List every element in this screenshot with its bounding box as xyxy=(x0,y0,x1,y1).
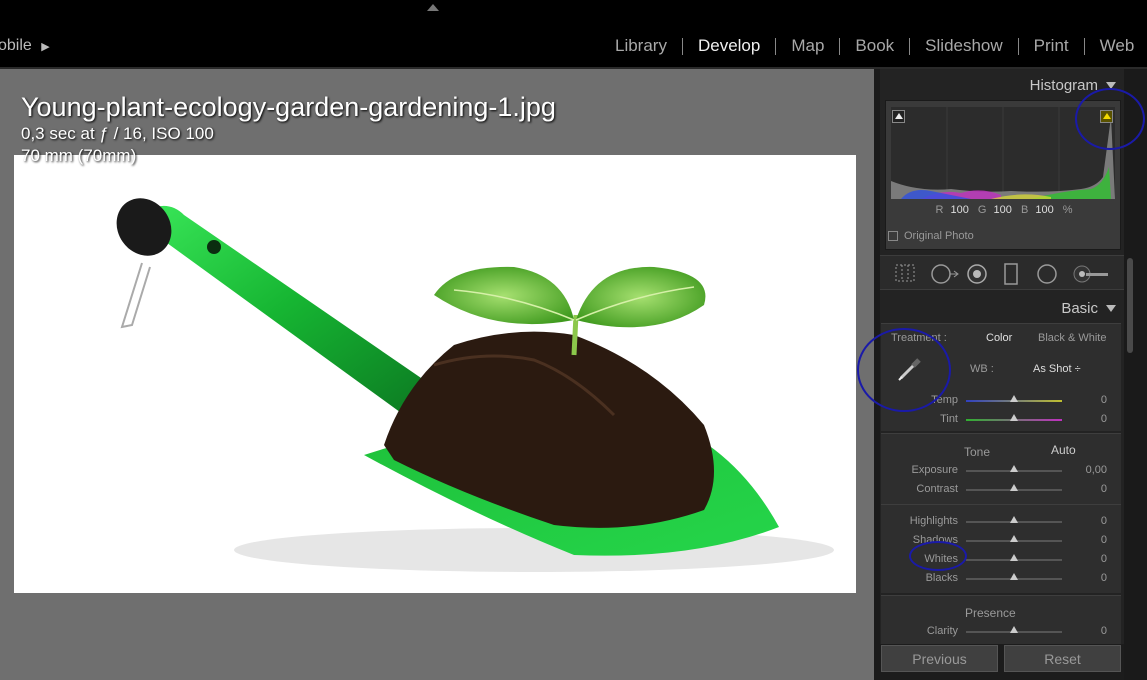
exposure-slider-thumb[interactable] xyxy=(1010,465,1018,472)
module-slideshow[interactable]: Slideshow xyxy=(910,36,1018,56)
g-label: G xyxy=(977,204,987,216)
contrast-value[interactable]: 0 xyxy=(1067,483,1107,495)
highlights-label: Highlights xyxy=(909,515,958,527)
basic-header[interactable]: Basic xyxy=(1061,300,1116,317)
tool-strip xyxy=(880,255,1124,290)
module-library[interactable]: Library xyxy=(600,36,682,56)
mobile-sync-text: obile xyxy=(0,37,32,54)
exif-focal-length: 70 mm (70mm) xyxy=(21,146,137,165)
module-picker-bar: obile ▶ Library Develop Map Book Slidesh… xyxy=(0,0,1147,69)
shadows-value[interactable]: 0 xyxy=(1067,534,1107,546)
module-list: Library Develop Map Book Slideshow Print… xyxy=(600,35,1147,57)
info-overlay: Young-plant-ecology-garden-gardening-1.j… xyxy=(21,91,556,167)
clarity-slider-thumb[interactable] xyxy=(1010,626,1018,633)
collapse-triangle-icon xyxy=(1106,305,1116,312)
exposure-label: Exposure xyxy=(911,464,958,476)
whites-value[interactable]: 0 xyxy=(1067,553,1107,565)
graduated-filter-icon[interactable] xyxy=(1004,263,1018,285)
panel-scrollbar-thumb[interactable] xyxy=(1127,258,1133,353)
module-book[interactable]: Book xyxy=(840,36,909,56)
blacks-value[interactable]: 0 xyxy=(1067,572,1107,584)
contrast-label: Contrast xyxy=(916,483,958,495)
r-label: R xyxy=(935,204,944,216)
r-value: 100 xyxy=(950,204,969,216)
original-photo-toggle[interactable]: Original Photo xyxy=(888,230,974,242)
tint-value[interactable]: 0 xyxy=(1067,413,1107,425)
tone-divider xyxy=(881,504,1121,505)
tint-slider-thumb[interactable] xyxy=(1010,414,1018,421)
annotation-circle-whites xyxy=(909,541,967,571)
spot-removal-icon[interactable] xyxy=(930,263,960,285)
whites-slider-thumb[interactable] xyxy=(1010,554,1018,561)
module-map[interactable]: Map xyxy=(776,36,839,56)
photo-preview[interactable] xyxy=(14,155,856,593)
tone-section: Tone Auto Exposure 0,00 Contrast 0 Highl… xyxy=(881,433,1121,593)
basic-title: Basic xyxy=(1061,300,1098,317)
clarity-value[interactable]: 0 xyxy=(1067,625,1107,637)
annotation-circle-highlight-clipping xyxy=(1075,88,1145,150)
treatment-color[interactable]: Color xyxy=(986,332,1012,344)
play-triangle-icon: ▶ xyxy=(41,41,50,53)
b-value: 100 xyxy=(1035,204,1054,216)
radial-filter-icon[interactable] xyxy=(1036,263,1058,285)
original-photo-label: Original Photo xyxy=(904,230,974,242)
file-name: Young-plant-ecology-garden-gardening-1.j… xyxy=(21,92,556,122)
presence-label: Presence xyxy=(965,606,1016,620)
histogram-title: Histogram xyxy=(1029,77,1098,94)
highlights-slider-thumb[interactable] xyxy=(1010,516,1018,523)
wb-dropdown[interactable]: As Shot ÷ xyxy=(1033,363,1081,375)
mobile-sync-label[interactable]: obile ▶ xyxy=(0,37,50,55)
temp-slider-thumb[interactable] xyxy=(1010,395,1018,402)
collapse-top-panel-arrow-icon[interactable] xyxy=(427,4,439,11)
module-web[interactable]: Web xyxy=(1085,36,1147,56)
panel-scrollbar[interactable] xyxy=(1124,69,1147,680)
blacks-label: Blacks xyxy=(925,572,958,584)
shadows-slider-thumb[interactable] xyxy=(1010,535,1018,542)
module-develop[interactable]: Develop xyxy=(683,36,775,56)
rgb-readout: R 100 G 100 B 100 % xyxy=(886,204,1122,216)
exposure-value[interactable]: 0,00 xyxy=(1067,464,1107,476)
g-value: 100 xyxy=(993,204,1012,216)
exif-exposure: 0,3 sec at ƒ / 16, ISO 100 xyxy=(21,124,214,143)
blacks-slider-thumb[interactable] xyxy=(1010,573,1018,580)
trowel-plant-photo xyxy=(116,198,834,572)
previous-button[interactable]: Previous xyxy=(881,645,998,672)
b-label: B xyxy=(1020,204,1029,216)
module-print[interactable]: Print xyxy=(1019,36,1084,56)
wb-label: WB : xyxy=(970,363,994,375)
temp-value[interactable]: 0 xyxy=(1067,394,1107,406)
highlights-value[interactable]: 0 xyxy=(1067,515,1107,527)
red-eye-icon[interactable] xyxy=(966,263,988,285)
reset-button[interactable]: Reset xyxy=(1004,645,1121,672)
crop-overlay-icon[interactable] xyxy=(894,263,916,283)
percent-unit: % xyxy=(1062,204,1073,216)
tint-label: Tint xyxy=(940,413,958,425)
shadow-clipping-toggle[interactable] xyxy=(892,110,905,123)
adjustment-brush-icon[interactable] xyxy=(1072,263,1112,285)
bottom-button-bar: Previous Reset xyxy=(880,644,1124,680)
contrast-slider-thumb[interactable] xyxy=(1010,484,1018,491)
tone-label: Tone xyxy=(964,445,991,459)
original-photo-checkbox[interactable] xyxy=(888,231,898,241)
auto-tone-button[interactable]: Auto xyxy=(1051,443,1076,457)
triangle-icon xyxy=(895,113,903,119)
clarity-label: Clarity xyxy=(926,625,958,637)
image-canvas[interactable]: Young-plant-ecology-garden-gardening-1.j… xyxy=(0,69,874,680)
annotation-circle-eyedropper xyxy=(857,328,951,412)
treatment-black-white[interactable]: Black & White xyxy=(1038,332,1106,344)
